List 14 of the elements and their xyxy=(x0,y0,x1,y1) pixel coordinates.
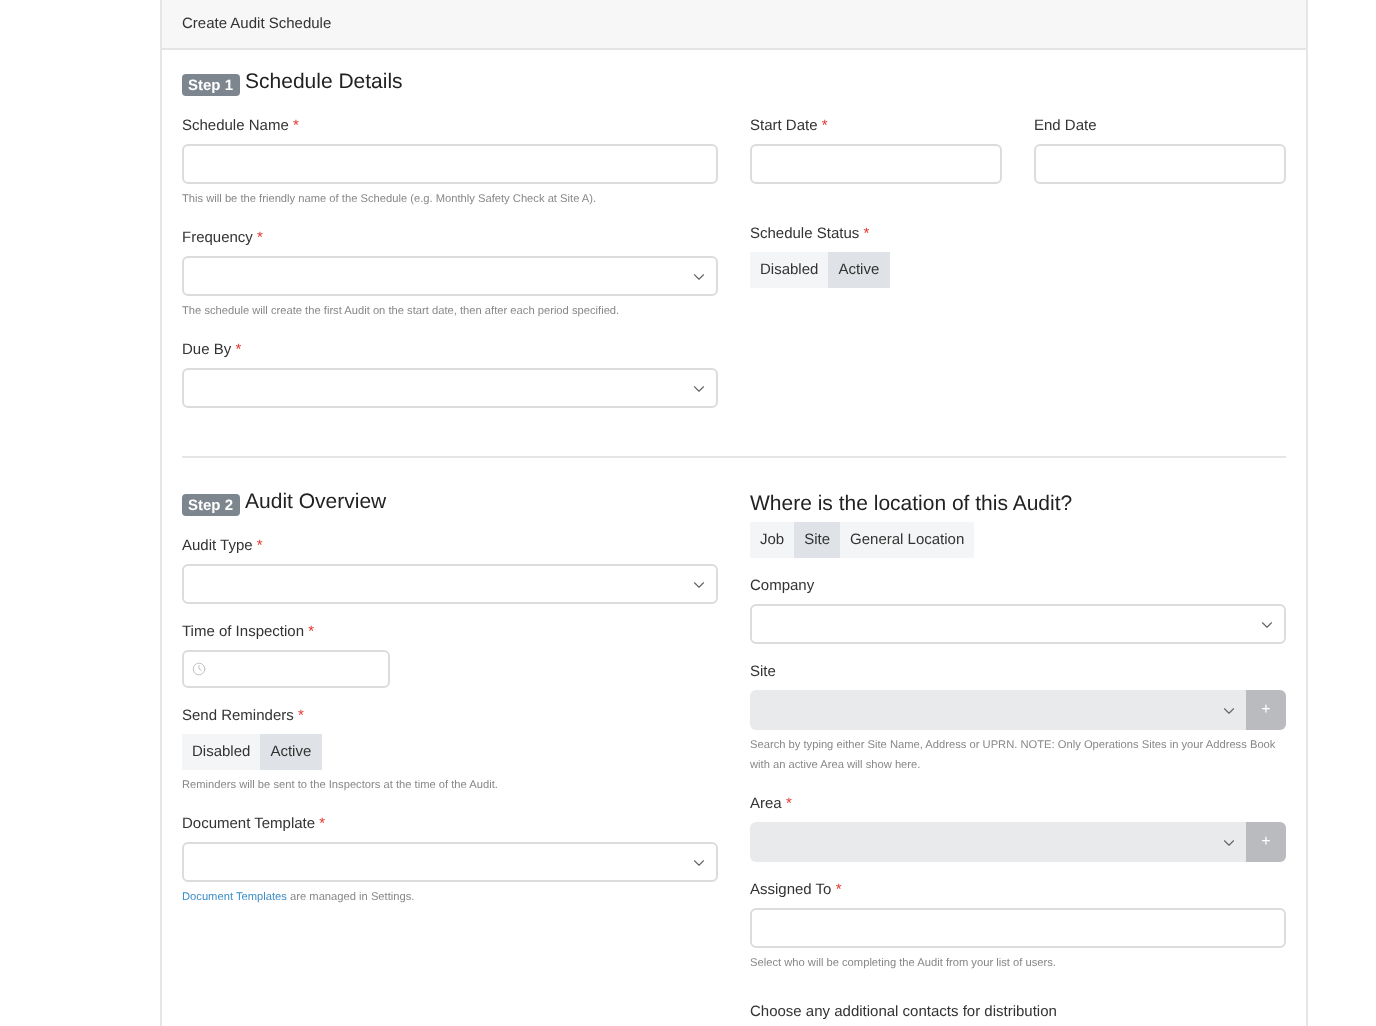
select-field[interactable] xyxy=(182,564,718,604)
input-field[interactable] xyxy=(750,908,1286,948)
select-field[interactable] xyxy=(182,256,718,296)
select-field[interactable] xyxy=(182,842,718,882)
input-field[interactable] xyxy=(1034,144,1286,184)
time-field[interactable] xyxy=(182,650,390,688)
section-title: Schedule Details xyxy=(245,68,403,99)
input-field[interactable] xyxy=(182,144,718,184)
section-title: Audit Overview xyxy=(245,488,387,519)
select-field[interactable] xyxy=(182,368,718,408)
select-field[interactable] xyxy=(750,604,1286,644)
clock-icon xyxy=(192,662,206,676)
input-field[interactable] xyxy=(750,144,1002,184)
section-title: Where is the location of this Audit? xyxy=(750,490,1075,518)
